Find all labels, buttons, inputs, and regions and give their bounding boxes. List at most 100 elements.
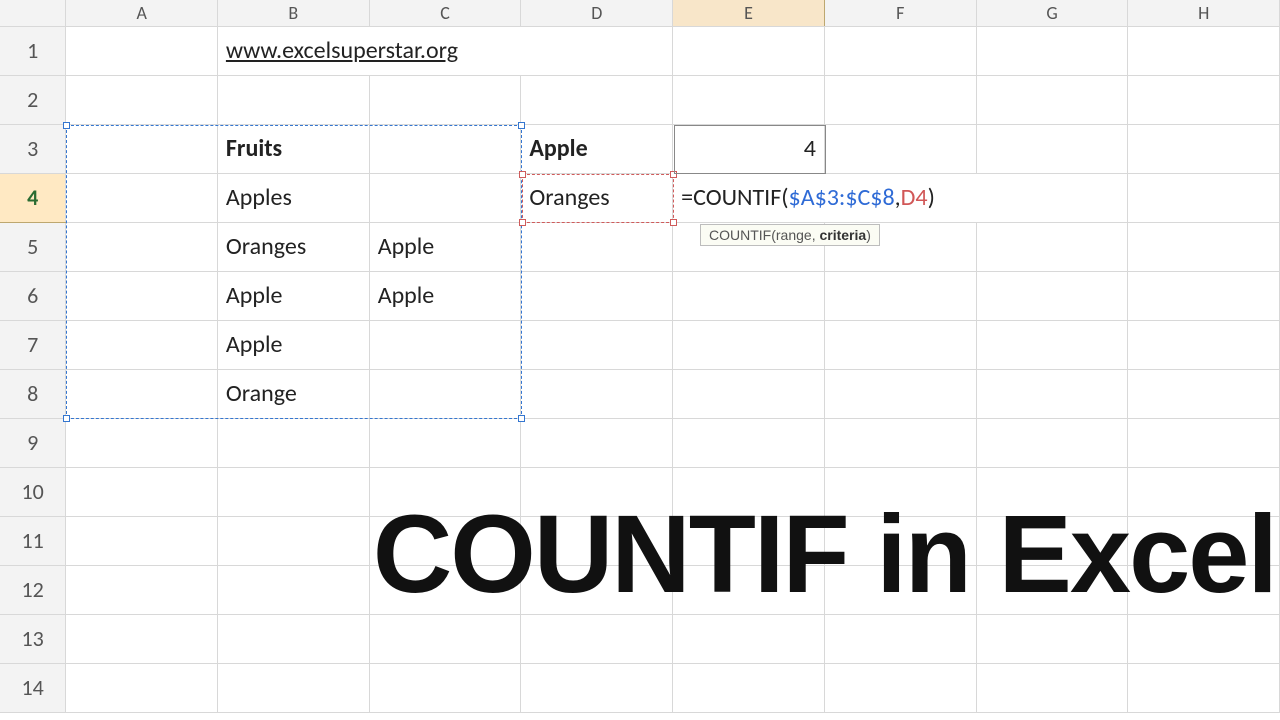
row-header-2[interactable]: 2 <box>0 75 66 124</box>
cell-G5[interactable] <box>976 222 1128 271</box>
col-header-B[interactable]: B <box>217 0 369 26</box>
cell-C5[interactable]: Apple <box>369 222 521 271</box>
cell-B9[interactable] <box>217 418 369 467</box>
row-header-9[interactable]: 9 <box>0 418 66 467</box>
row-header-1[interactable]: 1 <box>0 26 66 75</box>
cell-F13[interactable] <box>824 614 976 663</box>
cell-D5[interactable] <box>521 222 673 271</box>
cell-G13[interactable] <box>976 614 1128 663</box>
cell-A10[interactable] <box>66 467 218 516</box>
cell-B13[interactable] <box>217 614 369 663</box>
cell-D7[interactable] <box>521 320 673 369</box>
cell-G7[interactable] <box>976 320 1128 369</box>
cell-E8[interactable] <box>673 369 825 418</box>
cell-C11[interactable] <box>369 516 521 565</box>
row-header-11[interactable]: 11 <box>0 516 66 565</box>
cell-F7[interactable] <box>824 320 976 369</box>
cell-A9[interactable] <box>66 418 218 467</box>
cell-H8[interactable] <box>1128 369 1280 418</box>
cell-D12[interactable] <box>521 565 673 614</box>
cell-A3[interactable] <box>66 124 218 173</box>
cell-C2[interactable] <box>369 75 521 124</box>
cell-A5[interactable] <box>66 222 218 271</box>
col-header-D[interactable]: D <box>521 0 673 26</box>
cell-D11[interactable] <box>521 516 673 565</box>
col-header-F[interactable]: F <box>824 0 976 26</box>
cell-A7[interactable] <box>66 320 218 369</box>
cell-D4[interactable]: Oranges <box>521 173 673 222</box>
formula-tooltip[interactable]: COUNTIF(range, criteria) <box>700 224 880 246</box>
cell-D14[interactable] <box>521 663 673 712</box>
row-header-3[interactable]: 3 <box>0 124 66 173</box>
cell-F1[interactable] <box>824 26 976 75</box>
row-header-13[interactable]: 13 <box>0 614 66 663</box>
cell-B12[interactable] <box>217 565 369 614</box>
cell-C10[interactable] <box>369 467 521 516</box>
cell-E9[interactable] <box>673 418 825 467</box>
row-header-10[interactable]: 10 <box>0 467 66 516</box>
cell-H9[interactable] <box>1128 418 1280 467</box>
cell-G9[interactable] <box>976 418 1128 467</box>
col-header-C[interactable]: C <box>369 0 521 26</box>
cell-F8[interactable] <box>824 369 976 418</box>
cell-H11[interactable] <box>1128 516 1280 565</box>
cell-G10[interactable] <box>976 467 1128 516</box>
cell-F12[interactable] <box>824 565 976 614</box>
cell-E12[interactable] <box>673 565 825 614</box>
cell-E4-formula[interactable]: =COUNTIF($A$3:$C$8,D4) <box>673 173 1128 222</box>
cell-E7[interactable] <box>673 320 825 369</box>
cell-C3[interactable] <box>369 124 521 173</box>
row-header-7[interactable]: 7 <box>0 320 66 369</box>
cell-B14[interactable] <box>217 663 369 712</box>
cell-G3[interactable] <box>976 124 1128 173</box>
cell-H14[interactable] <box>1128 663 1280 712</box>
col-header-H[interactable]: H <box>1128 0 1280 26</box>
cell-H2[interactable] <box>1128 75 1280 124</box>
cell-B1-link[interactable]: www.excelsuperstar.org <box>217 26 672 75</box>
cell-C6[interactable]: Apple <box>369 271 521 320</box>
cell-C4[interactable] <box>369 173 521 222</box>
cell-B3[interactable]: Fruits <box>217 124 369 173</box>
cell-D13[interactable] <box>521 614 673 663</box>
cell-H6[interactable] <box>1128 271 1280 320</box>
cell-F10[interactable] <box>824 467 976 516</box>
select-all-corner[interactable] <box>0 0 66 26</box>
cell-F2[interactable] <box>824 75 976 124</box>
cell-C14[interactable] <box>369 663 521 712</box>
cell-E10[interactable] <box>673 467 825 516</box>
cell-D2[interactable] <box>521 75 673 124</box>
cell-E11[interactable] <box>673 516 825 565</box>
cell-C12[interactable] <box>369 565 521 614</box>
cell-H12[interactable] <box>1128 565 1280 614</box>
row-header-14[interactable]: 14 <box>0 663 66 712</box>
cell-H10[interactable] <box>1128 467 1280 516</box>
cell-E6[interactable] <box>673 271 825 320</box>
col-header-A[interactable]: A <box>66 0 218 26</box>
cell-A1[interactable] <box>66 26 218 75</box>
tooltip-arg1[interactable]: range <box>776 227 812 243</box>
col-header-E[interactable]: E <box>673 0 825 26</box>
cell-A14[interactable] <box>66 663 218 712</box>
cell-F3[interactable] <box>824 124 976 173</box>
cell-C7[interactable] <box>369 320 521 369</box>
cell-D8[interactable] <box>521 369 673 418</box>
cell-A4[interactable] <box>66 173 218 222</box>
tooltip-arg2[interactable]: criteria <box>819 227 866 243</box>
cell-D6[interactable] <box>521 271 673 320</box>
cell-B7[interactable]: Apple <box>217 320 369 369</box>
cell-G11[interactable] <box>976 516 1128 565</box>
cell-D10[interactable] <box>521 467 673 516</box>
cell-B4[interactable]: Apples <box>217 173 369 222</box>
cell-H5[interactable] <box>1128 222 1280 271</box>
cell-C13[interactable] <box>369 614 521 663</box>
cell-A6[interactable] <box>66 271 218 320</box>
cell-C8[interactable] <box>369 369 521 418</box>
row-header-12[interactable]: 12 <box>0 565 66 614</box>
col-header-G[interactable]: G <box>976 0 1128 26</box>
cell-B11[interactable] <box>217 516 369 565</box>
cell-G12[interactable] <box>976 565 1128 614</box>
cell-G6[interactable] <box>976 271 1128 320</box>
cell-D3[interactable]: Apple <box>521 124 673 173</box>
cell-G2[interactable] <box>976 75 1128 124</box>
cell-A12[interactable] <box>66 565 218 614</box>
